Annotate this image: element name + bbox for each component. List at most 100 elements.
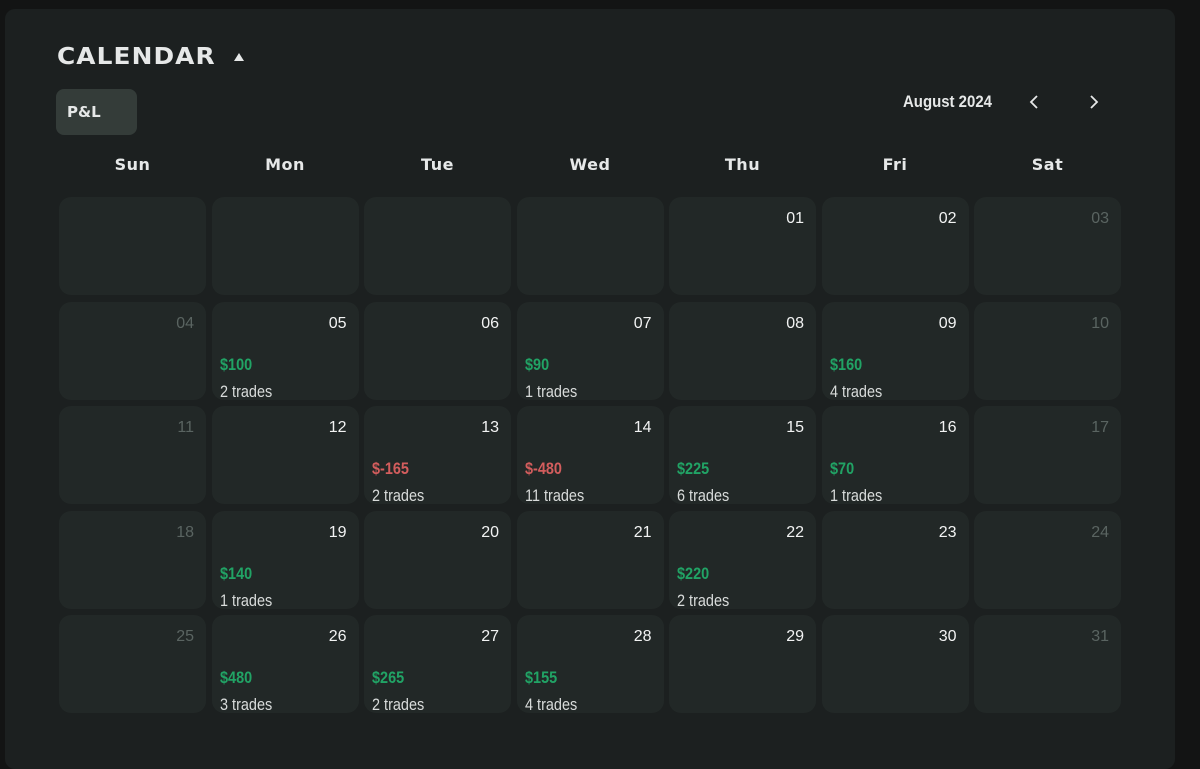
- day-cell[interactable]: 30: [821, 615, 969, 713]
- weekday-label: Tue: [421, 155, 454, 174]
- day-number: 31: [1091, 628, 1109, 645]
- day-pnl: $140: [219, 563, 252, 583]
- day-trade-count: 2 trades: [219, 381, 272, 401]
- day-cell[interactable]: 09 $160 4 trades: [821, 301, 969, 401]
- day-trade-count: 11 trades: [524, 486, 584, 505]
- prev-month-button[interactable]: [1024, 91, 1044, 113]
- day-number: 27: [481, 628, 499, 645]
- day-trade-count: 6 trades: [677, 486, 730, 505]
- day-number: 22: [786, 523, 804, 541]
- weekday-label: Fri: [882, 155, 908, 174]
- weekday-label: Sat: [1031, 155, 1064, 174]
- day-trade-count: 1 trades: [219, 590, 272, 610]
- day-trade-count: 2 trades: [372, 486, 425, 505]
- day-trade-count: 4 trades: [829, 381, 882, 401]
- empty-day-cell: [211, 197, 359, 295]
- day-cell[interactable]: 26 $480 3 trades: [211, 615, 359, 714]
- empty-day-cell: [516, 197, 664, 295]
- day-cell[interactable]: 04: [59, 301, 206, 400]
- day-cell[interactable]: 22 $220 2 trades: [669, 510, 816, 610]
- day-trade-count: 1 trades: [829, 486, 882, 505]
- triangle-up-icon[interactable]: [233, 53, 244, 61]
- day-cell[interactable]: 28 $155 4 trades: [516, 615, 664, 714]
- day-cell[interactable]: 01: [669, 197, 816, 295]
- weekday-label: Wed: [569, 155, 611, 174]
- day-number: 25: [176, 628, 194, 645]
- empty-day-cell: [59, 197, 206, 295]
- day-cell[interactable]: 07 $90 1 trades: [516, 301, 664, 401]
- pnl-filter-button[interactable]: P&L: [56, 89, 137, 135]
- weekday-header-row: Sun Mon Tue Wed Thu Fri Sat: [59, 155, 1121, 174]
- weekday-label: Sun: [114, 155, 151, 174]
- day-pnl: $480: [219, 668, 252, 687]
- day-trade-count: 2 trades: [372, 695, 425, 714]
- day-pnl: $160: [829, 354, 862, 374]
- day-number: 02: [938, 210, 957, 227]
- day-trade-count: 4 trades: [524, 695, 577, 714]
- day-number: 17: [1091, 419, 1109, 436]
- day-pnl: $220: [677, 563, 710, 583]
- day-cell[interactable]: 08: [669, 301, 816, 400]
- day-number: 18: [176, 523, 194, 541]
- day-pnl: $265: [372, 668, 405, 687]
- day-number: 03: [1091, 210, 1109, 227]
- day-number: 30: [938, 628, 957, 645]
- day-cell[interactable]: 12: [211, 406, 359, 504]
- day-number: 28: [633, 628, 652, 645]
- day-trade-count: 2 trades: [677, 590, 730, 610]
- day-number: 05: [328, 314, 347, 332]
- day-number: 23: [938, 523, 957, 541]
- day-pnl: $100: [219, 354, 252, 374]
- weekday-label: Thu: [724, 155, 761, 174]
- day-cell[interactable]: 27 $265 2 trades: [364, 615, 511, 714]
- day-number: 29: [786, 628, 804, 645]
- day-number: 07: [633, 314, 652, 332]
- calendar-grid: 01 02 03 04 05 $100 2 trades 06 07 $90 1 trades 08 0…: [59, 197, 1121, 714]
- day-cell[interactable]: 21: [516, 510, 664, 609]
- day-cell[interactable]: 14 $-480 11 trades: [516, 406, 664, 505]
- day-number: 11: [177, 419, 194, 436]
- next-month-button[interactable]: [1084, 91, 1104, 113]
- chevron-right-icon: [1090, 95, 1099, 109]
- day-cell[interactable]: 11: [59, 406, 206, 504]
- day-cell[interactable]: 29: [669, 615, 816, 713]
- day-cell[interactable]: 19 $140 1 trades: [211, 510, 359, 610]
- day-cell[interactable]: 03: [974, 197, 1121, 295]
- day-pnl: $155: [524, 668, 557, 687]
- day-cell[interactable]: 02: [821, 197, 969, 295]
- day-cell[interactable]: 31: [974, 615, 1121, 713]
- day-number: 10: [1091, 314, 1109, 332]
- day-cell[interactable]: 15 $225 6 trades: [669, 406, 816, 505]
- day-cell[interactable]: 23: [821, 510, 969, 609]
- month-label: August 2024: [903, 92, 992, 111]
- day-number: 14: [633, 419, 652, 436]
- calendar-header: CALENDAR: [57, 44, 244, 70]
- day-cell[interactable]: 17: [974, 406, 1121, 504]
- day-cell[interactable]: 18: [59, 510, 206, 609]
- weekday-label: Mon: [265, 155, 305, 174]
- day-cell[interactable]: 16 $70 1 trades: [821, 406, 969, 505]
- day-number: 26: [328, 628, 347, 645]
- chevron-left-icon: [1029, 95, 1038, 109]
- day-pnl: $-480: [524, 459, 562, 478]
- day-cell[interactable]: 06: [364, 301, 511, 400]
- calendar-title: CALENDAR: [57, 44, 216, 70]
- day-trade-count: 3 trades: [219, 695, 272, 714]
- day-cell[interactable]: 10: [974, 301, 1121, 400]
- day-number: 24: [1091, 523, 1109, 541]
- day-number: 19: [328, 523, 347, 541]
- day-cell[interactable]: 05 $100 2 trades: [211, 301, 359, 401]
- day-cell[interactable]: 13 $-165 2 trades: [364, 406, 511, 505]
- day-cell[interactable]: 20: [364, 510, 511, 609]
- day-cell[interactable]: 25: [59, 615, 206, 713]
- day-cell[interactable]: 24: [974, 510, 1121, 609]
- empty-day-cell: [364, 197, 511, 295]
- day-number: 12: [328, 419, 347, 436]
- day-number: 08: [786, 314, 804, 332]
- day-trade-count: 1 trades: [524, 381, 577, 401]
- day-pnl: $-165: [372, 459, 409, 478]
- day-number: 01: [786, 210, 804, 227]
- day-number: 21: [633, 523, 652, 541]
- day-number: 13: [481, 419, 499, 436]
- day-number: 15: [786, 419, 804, 436]
